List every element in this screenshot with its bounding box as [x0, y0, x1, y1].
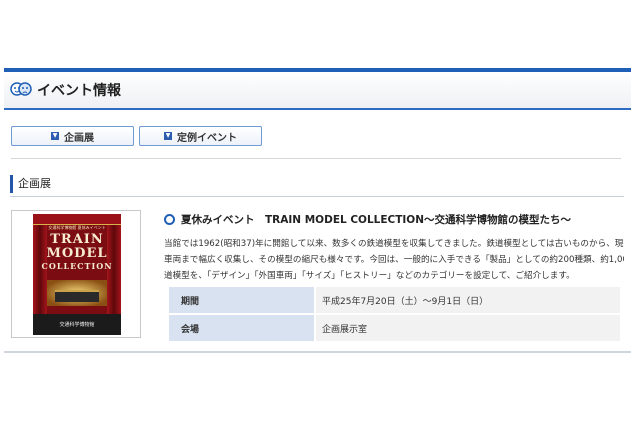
event-poster-frame: 交通科学博物館 夏休みイベント TRAIN MODEL COLLECTION 交… [11, 210, 141, 338]
table-row: 会場 企画展示室 [167, 313, 622, 343]
tab-regular-events[interactable]: ▼ 定例イベント [139, 126, 262, 146]
period-value: 平成25年7月20日（土）～9月1日（日） [314, 285, 622, 315]
event-title-text: 夏休みイベント TRAIN MODEL COLLECTION～交通科学博物館の模… [181, 213, 572, 226]
tab-regular-events-label: 定例イベント [177, 132, 237, 144]
curtain-valance [33, 214, 121, 225]
event-poster-image: 交通科学博物館 夏休みイベント TRAIN MODEL COLLECTION 交… [33, 214, 121, 335]
poster-subtitle: 交通科学博物館 夏休みイベント [48, 225, 106, 230]
tab-exhibition[interactable]: ▼ 企画展 [11, 126, 134, 146]
divider [10, 196, 624, 197]
tab-exhibition-label: 企画展 [64, 132, 94, 144]
description-line: 当館では1962(昭和37)年に開館して以来、数多くの鉄道模型を収集してきました… [164, 239, 624, 249]
arrow-down-icon: ▼ [164, 132, 172, 140]
poster-title-line1: TRAIN [50, 232, 104, 247]
poster-title-line2: MODEL [46, 246, 108, 261]
venue-value: 企画展示室 [314, 313, 622, 343]
poster-title-line3: COLLECTION [41, 261, 113, 271]
event-info-table: 期間 平成25年7月20日（土）～9月1日（日） 会場 企画展示室 [167, 285, 622, 343]
description-line: 道模型を、「デザイン」「外国車両」「サイズ」「ヒストリー」などのカテゴリーを設定… [164, 271, 575, 281]
event-info-panel: イベント情報 ▼ 企画展 ▼ 定例イベント 企画展 交通科学博物館 夏休みイベン… [4, 68, 631, 353]
description-line: 車両まで幅広く収集し、その模型の縮尺も様々です。今回は、一般的に入手できる「製品… [164, 255, 624, 265]
divider [11, 158, 621, 159]
event-title: 夏休みイベント TRAIN MODEL COLLECTION～交通科学博物館の模… [164, 212, 571, 226]
venue-label: 会場 [167, 313, 316, 343]
bullet-circle-icon [164, 213, 175, 225]
period-label: 期間 [167, 285, 316, 315]
event-description: 当館では1962(昭和37)年に開館して以来、数多くの鉄道模型を収集してきました… [164, 236, 624, 284]
page-title: イベント情報 [37, 83, 121, 99]
panel-header: イベント情報 [4, 72, 631, 110]
table-row: 期間 平成25年7月20日（土）～9月1日（日） [167, 285, 622, 315]
train-model-graphic [55, 290, 99, 302]
section-title: 企画展 [10, 175, 51, 193]
poster-footer-text: 交通科学博物館 [59, 322, 95, 328]
arrow-down-icon: ▼ [51, 132, 59, 140]
masks-icon [10, 82, 32, 96]
